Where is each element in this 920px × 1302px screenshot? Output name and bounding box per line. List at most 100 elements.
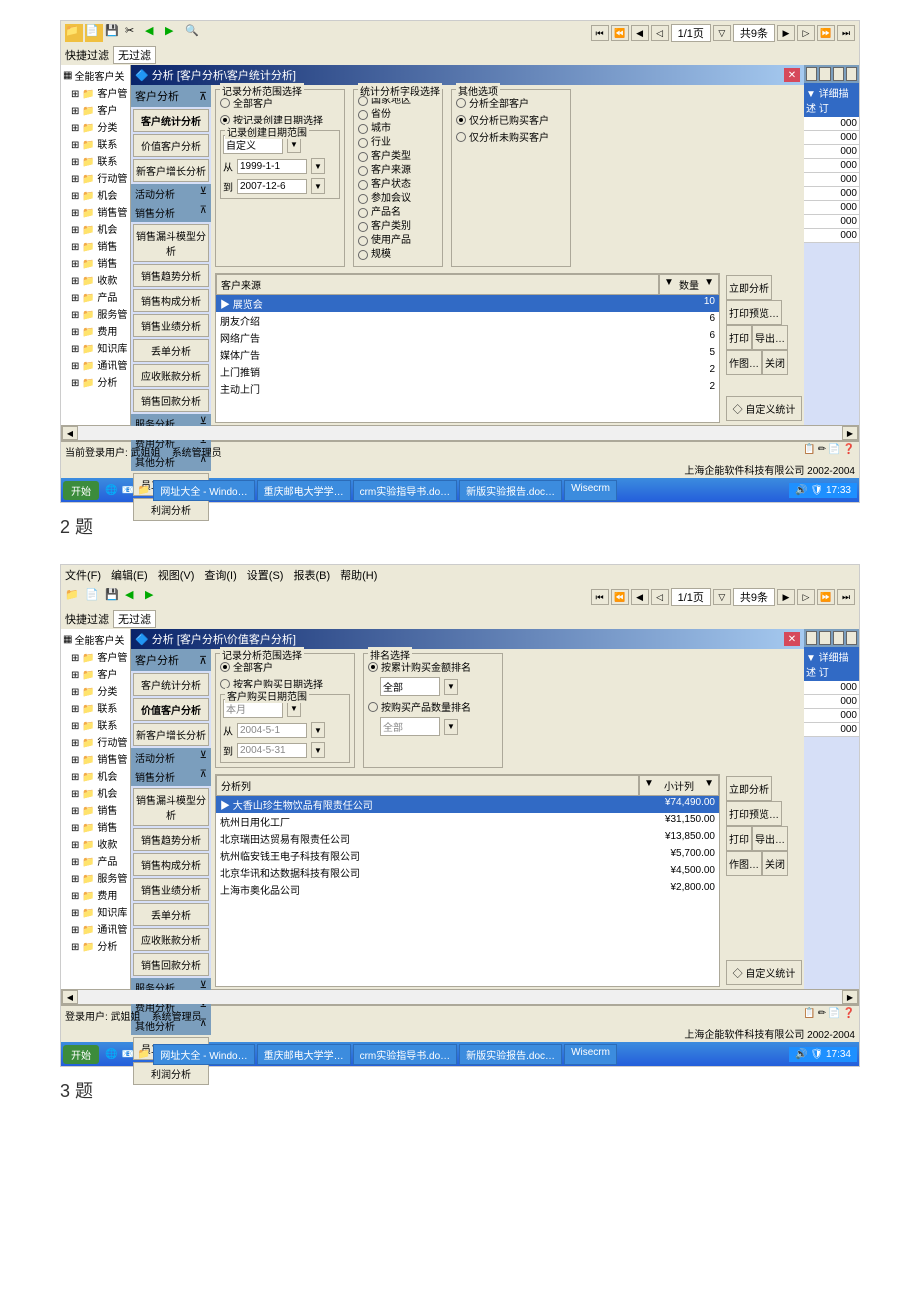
col-qty[interactable]: ▼ 数量 ▼ [659,274,719,295]
quicklaunch-icon[interactable]: 📧 [119,1049,135,1060]
menu-item[interactable]: 报表(B) [293,567,330,583]
result-row[interactable]: 朋友介绍6 [216,312,719,329]
sidebar-value-customer[interactable]: 价值客户分析 [133,134,209,157]
tree-item[interactable]: ⊞ 📁 知识库 [63,903,128,920]
toolbar-icon[interactable]: 📄 [85,24,103,42]
from-date[interactable]: 1999-1-1 [237,159,307,174]
right-icon[interactable] [846,631,857,645]
custom-stat-button[interactable]: ◇ 自定义统计 [726,960,802,985]
dropdown-icon[interactable]: ▼ [311,178,325,194]
stat-field-radio[interactable]: 客户类别 [358,220,438,234]
nav-last[interactable]: ⏭ [837,25,855,41]
status-icon[interactable]: 📋 [803,1008,815,1023]
nav-fwd[interactable]: ▷ [797,25,815,41]
nav-last[interactable]: ⏭ [837,589,855,605]
tree-item[interactable]: ⊞ 📁 销售管 [63,203,128,220]
radio-rank-qty[interactable]: 按购买产品数量排名 [368,698,498,715]
tree-item[interactable]: ⊞ 📁 客户 [63,101,128,118]
sidebar-new-customer[interactable]: 新客户增长分析 [133,159,209,182]
result-row[interactable]: 上门推销2 [216,363,719,380]
toolbar-icon[interactable]: ◀ [125,588,143,606]
tree-item[interactable]: ⊞ 📁 机会 [63,220,128,237]
sidebar-sales-item[interactable]: 销售构成分析 [133,853,209,876]
action-button[interactable]: 打印 [726,826,752,851]
right-icon[interactable] [846,67,857,81]
action-button[interactable]: 导出… [752,325,788,350]
system-tray[interactable]: 🔊 🛡 17:33 [789,483,857,498]
nav-first[interactable]: ⏮ [591,25,609,41]
tree-item[interactable]: ⊞ 📁 销售 [63,254,128,271]
sidebar-header[interactable]: 客户分析⊼ [131,649,211,671]
result-row[interactable]: ▶ 展览会10 [216,295,719,312]
stat-field-radio[interactable]: 行业 [358,136,438,150]
sidebar-activity[interactable]: 活动分析⊻ [131,184,211,203]
quicklaunch-icon[interactable]: 🌐 [103,1049,119,1060]
sidebar-sales-item[interactable]: 销售漏斗模型分析 [133,788,209,826]
tree-item[interactable]: ⊞ 📁 销售 [63,801,128,818]
action-button[interactable]: 作图… [726,851,762,876]
status-icon[interactable]: 📋 [803,444,815,459]
stat-field-radio[interactable]: 产品名 [358,206,438,220]
radio-analyze-bought[interactable]: 仅分析已购买客户 [456,111,566,128]
taskbar-item[interactable]: Wisecrm [564,1044,617,1065]
sidebar-value-customer[interactable]: 价值客户分析 [133,698,209,721]
close-button[interactable]: ✕ [784,632,800,646]
stat-field-radio[interactable]: 城市 [358,122,438,136]
sidebar-sales-item[interactable]: 销售漏斗模型分析 [133,224,209,262]
right-icon[interactable] [819,67,830,81]
tree-item[interactable]: ⊞ 📁 联系 [63,716,128,733]
tree-item[interactable]: ⊞ 📁 客户管 [63,84,128,101]
nav-first[interactable]: ⏮ [591,589,609,605]
nav-next-page[interactable]: ⏩ [817,589,835,605]
stat-field-radio[interactable]: 省份 [358,108,438,122]
sidebar-sales-item[interactable]: 销售趋势分析 [133,828,209,851]
tree-item[interactable]: ⊞ 📁 通讯管 [63,920,128,937]
tree-item[interactable]: ⊞ 📁 联系 [63,135,128,152]
action-button[interactable]: 关闭 [762,350,788,375]
tree-item[interactable]: ⊞ 📁 联系 [63,152,128,169]
toolbar-icon[interactable]: 💾 [105,588,123,606]
result-row[interactable]: 网络广告6 [216,329,719,346]
rank-amount-select[interactable]: 全部 [380,677,440,696]
toolbar-icon[interactable]: 📁 [65,588,83,606]
sidebar-header[interactable]: 客户分析⊼ [131,85,211,107]
tree-item[interactable]: ⊞ 📁 销售 [63,818,128,835]
dropdown-icon[interactable]: ▼ [311,158,325,174]
scrollbar-horizontal[interactable]: ◀ ▶ [61,425,859,441]
nav-next-page[interactable]: ⏩ [817,25,835,41]
sidebar-sales-item[interactable]: 丢单分析 [133,903,209,926]
stat-field-radio[interactable]: 客户类型 [358,150,438,164]
action-button[interactable]: 立即分析 [726,776,772,801]
radio-analyze-notbought[interactable]: 仅分析未购买客户 [456,128,566,145]
tree-item[interactable]: ⊞ 📁 费用 [63,886,128,903]
tree-item[interactable]: ⊞ 📁 服务管 [63,869,128,886]
taskbar-item[interactable]: crm实验指导书.do… [353,1044,458,1065]
right-icon[interactable] [819,631,830,645]
stat-field-radio[interactable]: 规模 [358,248,438,262]
toolbar-icon[interactable]: 🔍 [185,24,203,42]
right-icon[interactable] [833,67,844,81]
stat-field-radio[interactable]: 使用产品 [358,234,438,248]
tree-item[interactable]: ⊞ 📁 产品 [63,852,128,869]
sidebar-profit[interactable]: 利润分析 [133,498,209,521]
tree-item[interactable]: ⊞ 📁 客户 [63,665,128,682]
status-icon[interactable]: 📄 [828,1008,840,1023]
scrollbar-horizontal[interactable]: ◀ ▶ [61,989,859,1005]
sidebar-sales-item[interactable]: 销售构成分析 [133,289,209,312]
sidebar-profit[interactable]: 利润分析 [133,1062,209,1085]
sidebar-activity[interactable]: 活动分析⊻ [131,748,211,767]
quicklaunch-icon[interactable]: 📧 [119,485,135,496]
dropdown-icon[interactable]: ▼ [444,679,458,695]
sidebar-new-customer[interactable]: 新客户增长分析 [133,723,209,746]
sidebar-sales-item[interactable]: 销售回款分析 [133,953,209,976]
close-button[interactable]: ✕ [784,68,800,82]
tree-item[interactable]: ⊞ 📁 服务管 [63,305,128,322]
right-icon[interactable] [833,631,844,645]
sidebar-sales-item[interactable]: 销售业绩分析 [133,878,209,901]
tree-item[interactable]: ⊞ 📁 收款 [63,271,128,288]
scroll-right[interactable]: ▶ [842,426,858,440]
nav-back[interactable]: ◁ [651,589,669,605]
tree-item[interactable]: ⊞ 📁 行动管 [63,169,128,186]
nav-prev-page[interactable]: ⏪ [611,25,629,41]
nav-prev[interactable]: ◀ [631,25,649,41]
